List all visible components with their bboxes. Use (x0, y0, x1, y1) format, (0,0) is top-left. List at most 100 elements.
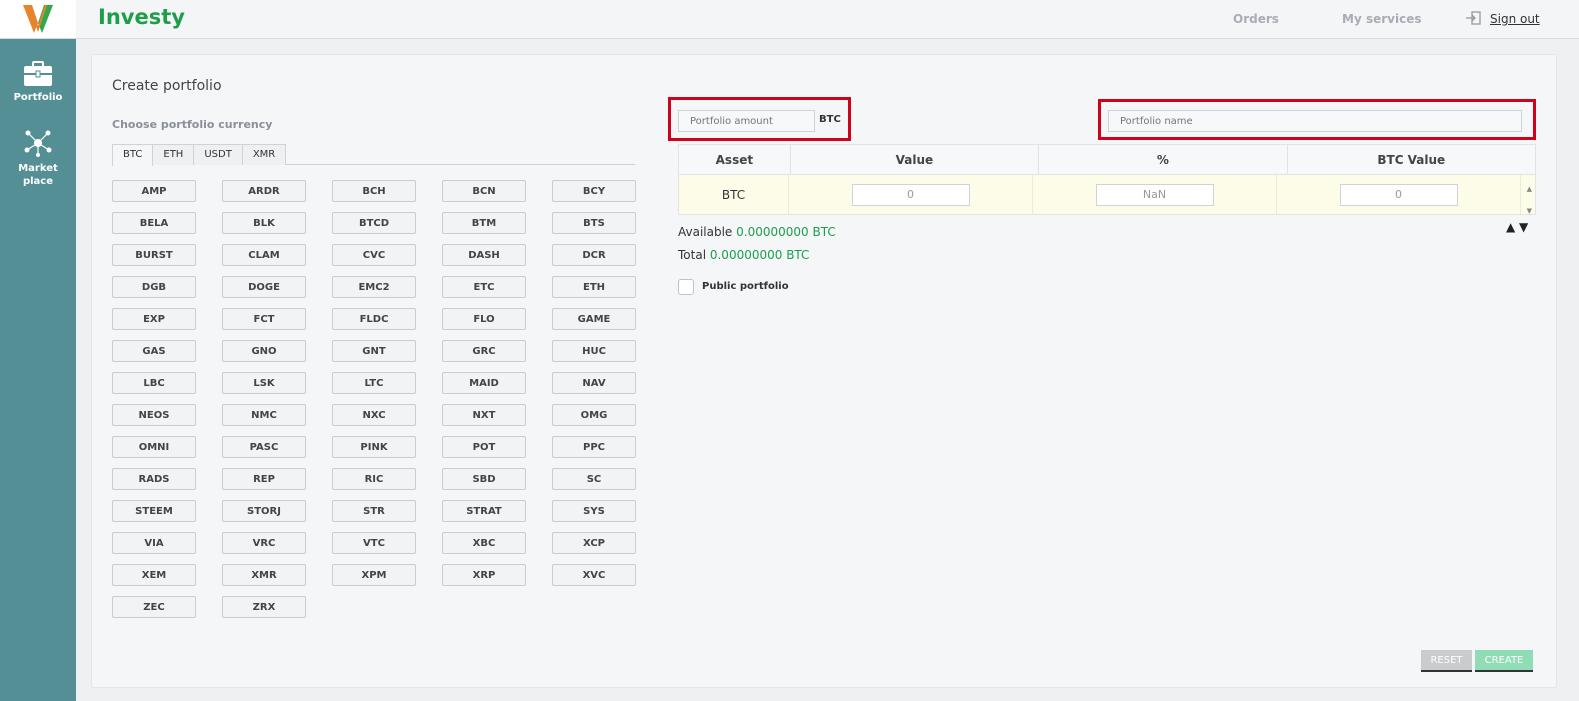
coin-button-fct[interactable]: FCT (222, 308, 306, 330)
coin-button-sys[interactable]: SYS (552, 500, 636, 522)
coin-button-zec[interactable]: ZEC (112, 596, 196, 618)
coin-button-xcp[interactable]: XCP (552, 532, 636, 554)
nav-orders[interactable]: Orders (1233, 12, 1279, 26)
coin-button-via[interactable]: VIA (112, 532, 196, 554)
tab-eth[interactable]: ETH (152, 144, 195, 165)
tab-usdt[interactable]: USDT (193, 144, 243, 165)
tab-xmr[interactable]: XMR (241, 144, 287, 165)
coin-button-sbd[interactable]: SBD (442, 468, 526, 490)
create-portfolio-panel: Create portfolio Choose portfolio curren… (91, 54, 1557, 688)
coin-button-etc[interactable]: ETC (442, 276, 526, 298)
coin-button-gnt[interactable]: GNT (332, 340, 416, 362)
table-row: BTC ▲ ▼ (678, 175, 1536, 215)
coin-button-amp[interactable]: AMP (112, 180, 196, 202)
btc-value-input[interactable] (1339, 183, 1458, 206)
scroll-down-icon[interactable]: ▼ (1527, 200, 1532, 222)
coin-button-vtc[interactable]: VTC (332, 532, 416, 554)
column-header-btc-value: BTC Value (1377, 152, 1446, 167)
tab-btc[interactable]: BTC (112, 144, 154, 166)
coin-button-huc[interactable]: HUC (552, 340, 636, 362)
value-input[interactable] (851, 183, 970, 206)
coin-button-xrp[interactable]: XRP (442, 564, 526, 586)
currency-label: Choose portfolio currency (112, 118, 273, 131)
coin-button-dash[interactable]: DASH (442, 244, 526, 266)
coin-button-pot[interactable]: POT (442, 436, 526, 458)
coin-button-fldc[interactable]: FLDC (332, 308, 416, 330)
portfolio-name-input[interactable] (1108, 110, 1522, 132)
coin-button-ppc[interactable]: PPC (552, 436, 636, 458)
sidebar-item-market-place[interactable]: Market place (0, 128, 76, 188)
coin-button-xmr[interactable]: XMR (222, 564, 306, 586)
reset-button[interactable]: RESET (1421, 650, 1472, 672)
coin-button-xvc[interactable]: XVC (552, 564, 636, 586)
coin-button-pasc[interactable]: PASC (222, 436, 306, 458)
coin-button-nav[interactable]: NAV (552, 372, 636, 394)
coin-button-str[interactable]: STR (332, 500, 416, 522)
coin-button-omni[interactable]: OMNI (112, 436, 196, 458)
coin-button-strat[interactable]: STRAT (442, 500, 526, 522)
sidebar-item-portfolio[interactable]: Portfolio (0, 61, 76, 104)
coin-button-ric[interactable]: RIC (332, 468, 416, 490)
sign-out-icon[interactable] (1465, 11, 1481, 25)
public-portfolio-checkbox[interactable] (678, 279, 694, 295)
coin-button-xpm[interactable]: XPM (332, 564, 416, 586)
coin-button-cvc[interactable]: CVC (332, 244, 416, 266)
column-header-value: Value (791, 145, 1040, 174)
coin-button-burst[interactable]: BURST (112, 244, 196, 266)
coin-button-storj[interactable]: STORJ (222, 500, 306, 522)
coin-button-lsk[interactable]: LSK (222, 372, 306, 394)
coin-button-lbc[interactable]: LBC (112, 372, 196, 394)
coin-button-eth[interactable]: ETH (552, 276, 636, 298)
coin-button-grc[interactable]: GRC (442, 340, 526, 362)
amount-unit: BTC (819, 114, 841, 125)
sign-out-link[interactable]: Sign out (1490, 12, 1540, 26)
coin-button-vrc[interactable]: VRC (222, 532, 306, 554)
coin-button-pink[interactable]: PINK (332, 436, 416, 458)
coin-button-exp[interactable]: EXP (112, 308, 196, 330)
coin-button-bela[interactable]: BELA (112, 212, 196, 234)
total-value: 0.00000000 BTC (709, 248, 810, 262)
coin-button-sc[interactable]: SC (552, 468, 636, 490)
coin-button-bcy[interactable]: BCY (552, 180, 636, 202)
coin-button-nxc[interactable]: NXC (332, 404, 416, 426)
coin-button-nxt[interactable]: NXT (442, 404, 526, 426)
coin-button-steem[interactable]: STEEM (112, 500, 196, 522)
coin-button-zrx[interactable]: ZRX (222, 596, 306, 618)
coin-button-bts[interactable]: BTS (552, 212, 636, 234)
coin-button-game[interactable]: GAME (552, 308, 636, 330)
coin-button-maid[interactable]: MAID (442, 372, 526, 394)
coin-button-btcd[interactable]: BTCD (332, 212, 416, 234)
coin-button-ltc[interactable]: LTC (332, 372, 416, 394)
coin-button-clam[interactable]: CLAM (222, 244, 306, 266)
coin-button-gno[interactable]: GNO (222, 340, 306, 362)
coin-button-ardr[interactable]: ARDR (222, 180, 306, 202)
coin-button-gas[interactable]: GAS (112, 340, 196, 362)
coin-button-dgb[interactable]: DGB (112, 276, 196, 298)
sort-arrows-icon[interactable]: ▲ ▼ (1506, 220, 1528, 234)
percent-input[interactable] (1095, 183, 1214, 206)
coin-button-doge[interactable]: DOGE (222, 276, 306, 298)
coin-button-emc2[interactable]: EMC2 (332, 276, 416, 298)
coin-button-neos[interactable]: NEOS (112, 404, 196, 426)
coin-button-blk[interactable]: BLK (222, 212, 306, 234)
portfolio-amount-input[interactable] (678, 110, 815, 132)
column-header-asset: Asset (679, 145, 791, 174)
coin-button-bcn[interactable]: BCN (442, 180, 526, 202)
coin-button-omg[interactable]: OMG (552, 404, 636, 426)
table-scrollbar[interactable]: ▲ ▼ (1527, 178, 1532, 222)
network-icon (24, 130, 52, 157)
coin-button-dcr[interactable]: DCR (552, 244, 636, 266)
coin-button-xem[interactable]: XEM (112, 564, 196, 586)
coin-button-nmc[interactable]: NMC (222, 404, 306, 426)
create-button[interactable]: CREATE (1475, 650, 1533, 672)
nav-my-services[interactable]: My services (1342, 12, 1421, 26)
coin-button-flo[interactable]: FLO (442, 308, 526, 330)
scroll-up-icon[interactable]: ▲ (1527, 178, 1532, 200)
percent-cell (1033, 175, 1277, 214)
coin-button-btm[interactable]: BTM (442, 212, 526, 234)
coin-button-rep[interactable]: REP (222, 468, 306, 490)
logo[interactable] (0, 0, 76, 39)
coin-button-rads[interactable]: RADS (112, 468, 196, 490)
coin-button-bch[interactable]: BCH (332, 180, 416, 202)
coin-button-xbc[interactable]: XBC (442, 532, 526, 554)
